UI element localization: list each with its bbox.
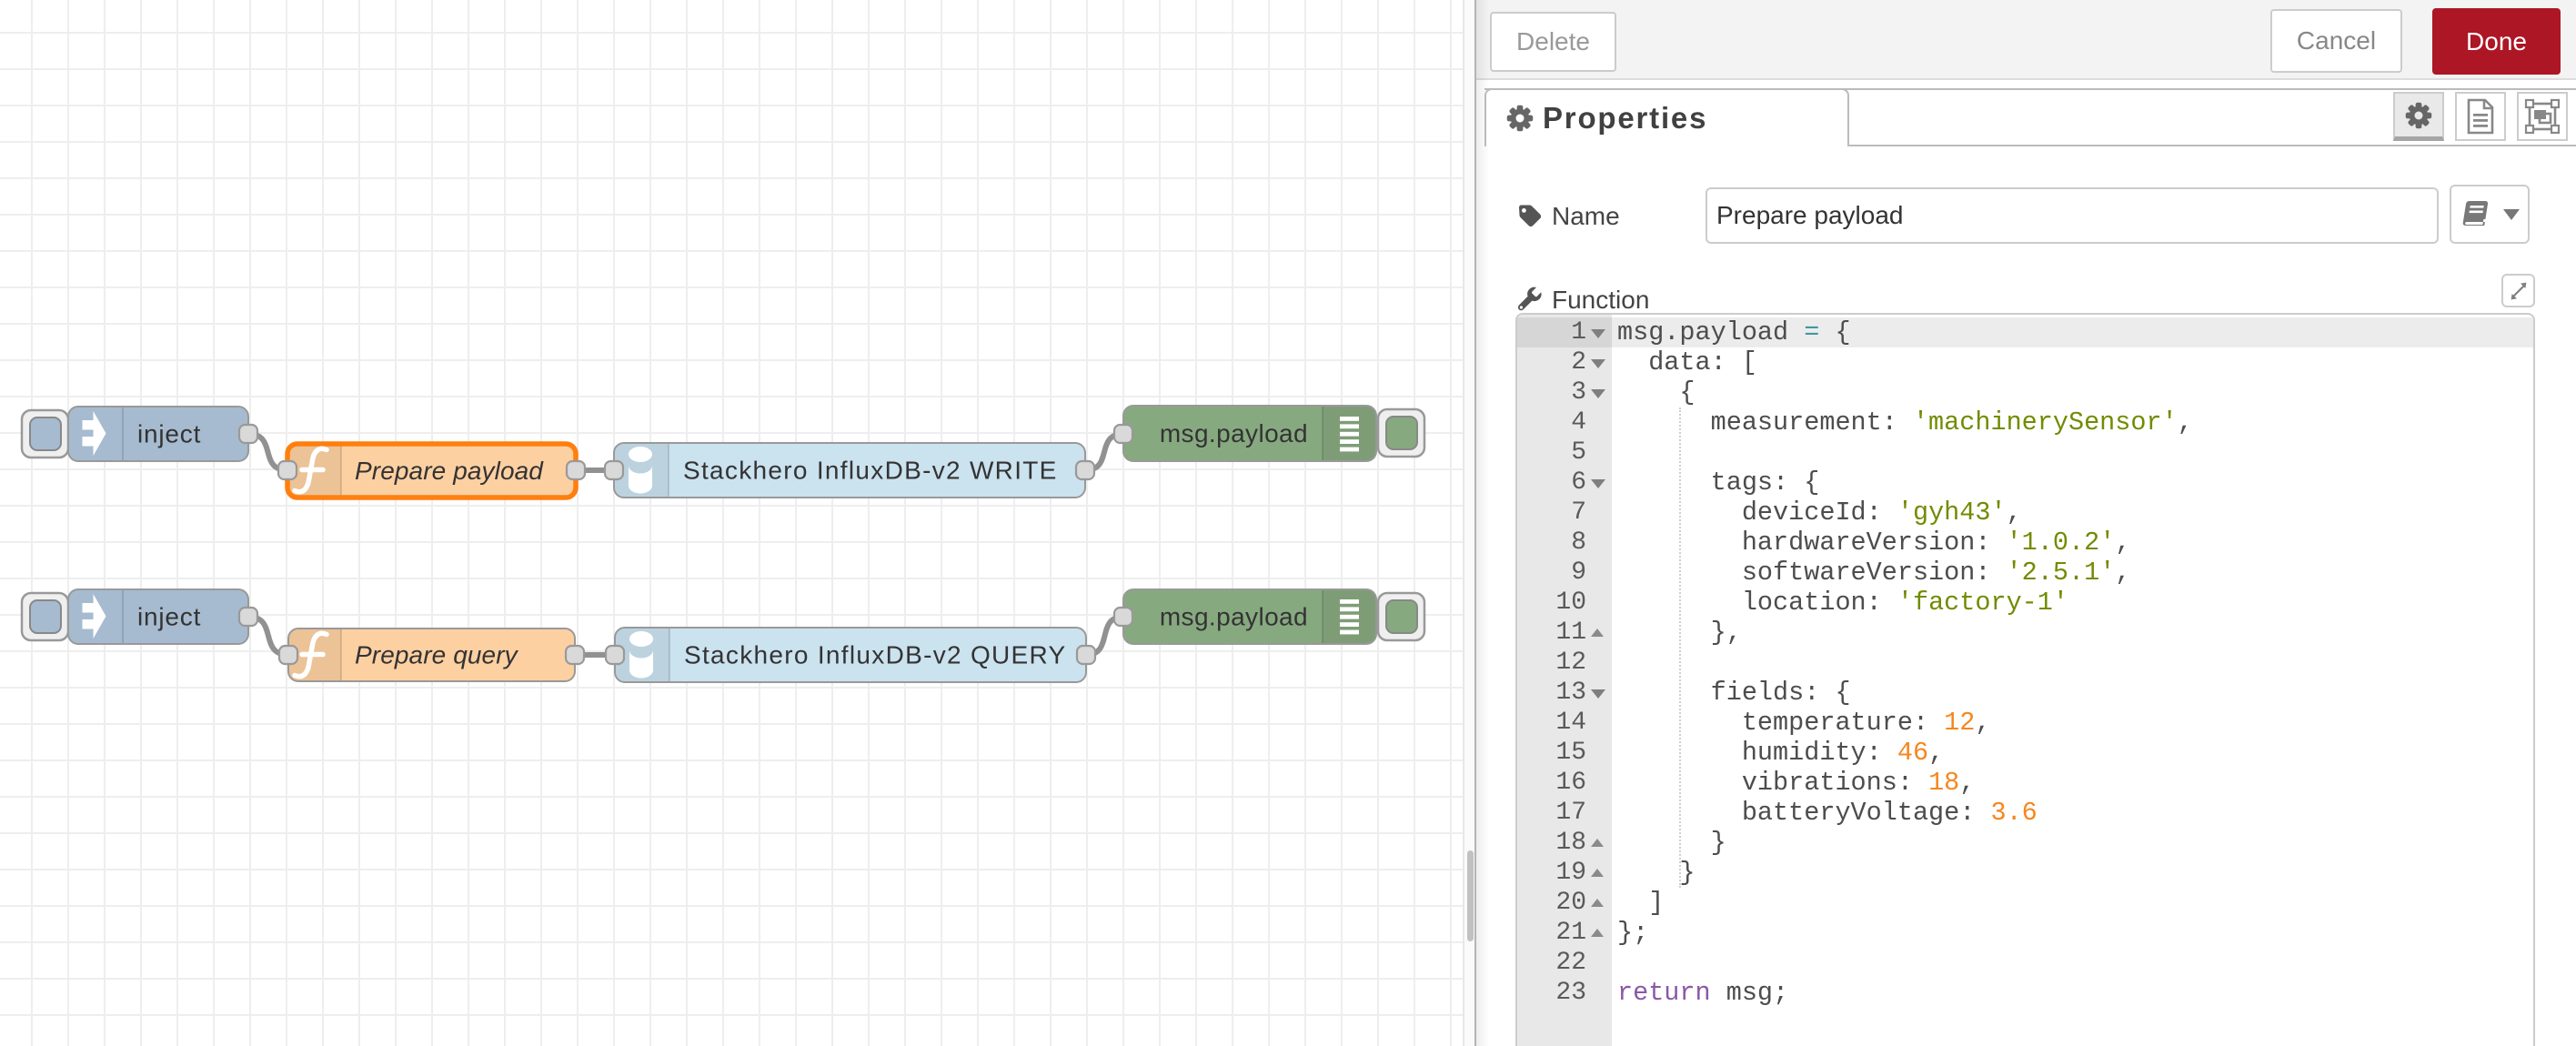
svg-text:inject: inject [137,603,201,631]
svg-text:Prepare payload: Prepare payload [355,457,544,485]
svg-text:msg.payload: msg.payload [1160,419,1308,448]
svg-text:Stackhero InfluxDB-v2 QUERY: Stackhero InfluxDB-v2 QUERY [684,641,1067,669]
svg-text:inject: inject [137,420,201,448]
svg-text:msg.payload: msg.payload [1160,603,1308,631]
svg-text:Stackhero InfluxDB-v2 WRITE: Stackhero InfluxDB-v2 WRITE [683,457,1058,485]
svg-text:Prepare query: Prepare query [355,641,519,669]
